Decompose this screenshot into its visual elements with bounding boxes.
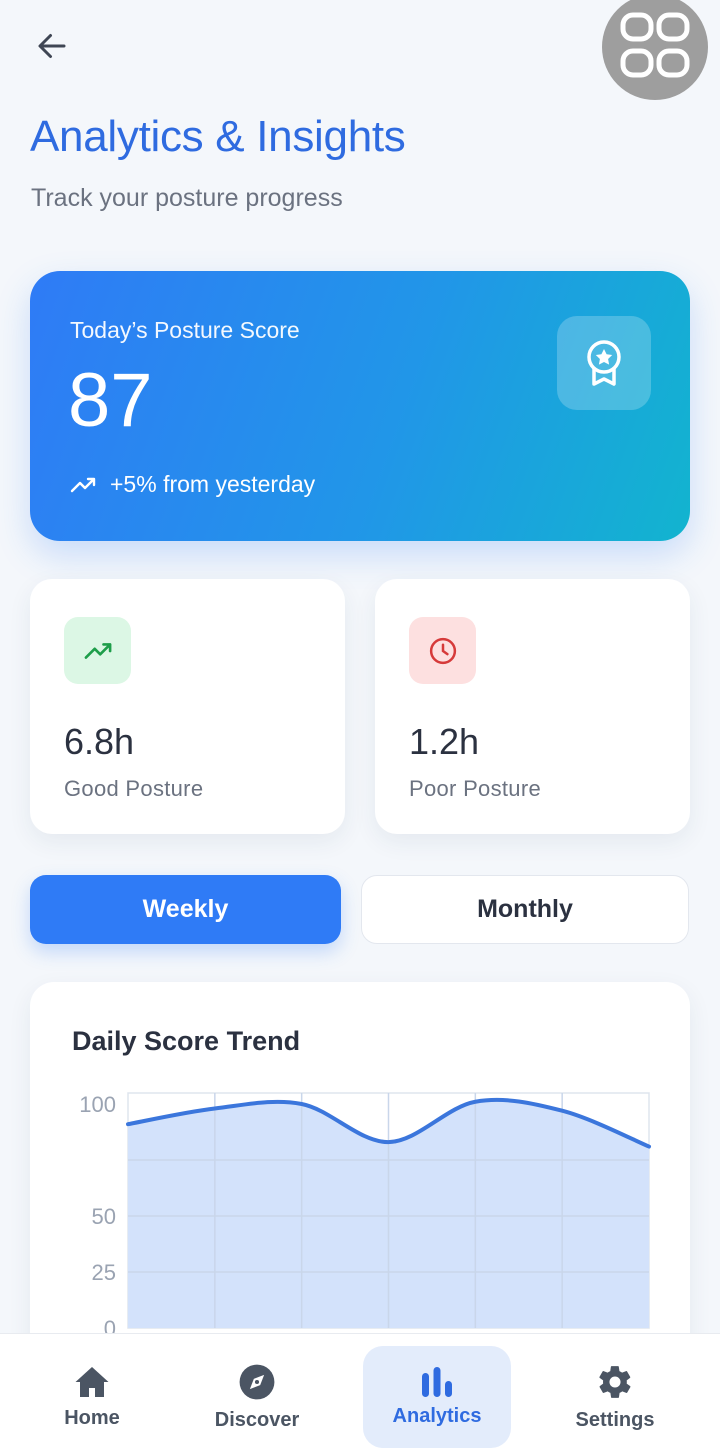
nav-analytics[interactable]: Analytics [363, 1346, 511, 1448]
page-subtitle: Track your posture progress [31, 184, 343, 212]
score-badge [557, 316, 651, 410]
award-icon [587, 340, 621, 386]
page-title: Analytics & Insights [30, 112, 406, 161]
arrow-left-icon [38, 34, 66, 58]
grid-icon [620, 12, 690, 78]
poor-posture-card: 1.2h Poor Posture [375, 579, 690, 834]
nav-settings-label: Settings [575, 1408, 655, 1431]
y-tick-label: 100 [79, 1092, 116, 1117]
good-posture-value: 6.8h [64, 721, 135, 762]
good-posture-card: 6.8h Good Posture [30, 579, 345, 834]
score-change-text: +5% from yesterday [110, 471, 316, 497]
good-posture-icon-box [64, 617, 131, 684]
score-label: Today’s Posture Score [70, 317, 300, 343]
trending-up-icon [70, 477, 96, 492]
good-posture-label: Good Posture [64, 776, 204, 801]
bottom-nav: Home Discover Analytics Settings [0, 1333, 720, 1453]
y-tick-label: 25 [92, 1260, 116, 1285]
compass-icon [239, 1364, 275, 1399]
bar-chart-icon [422, 1366, 452, 1397]
score-change: +5% from yesterday [70, 471, 315, 498]
y-tick-label: 50 [92, 1204, 116, 1229]
nav-discover-label: Discover [214, 1408, 300, 1431]
back-button[interactable] [28, 26, 76, 66]
nav-discover[interactable]: Discover [183, 1346, 331, 1448]
home-icon [75, 1366, 109, 1397]
clock-icon [429, 637, 456, 664]
trending-up-icon [84, 642, 111, 659]
gear-icon [599, 1365, 631, 1398]
nav-settings[interactable]: Settings [541, 1346, 689, 1448]
nav-home[interactable]: Home [18, 1346, 166, 1448]
nav-home-label: Home [64, 1406, 120, 1429]
poor-posture-label: Poor Posture [409, 776, 542, 801]
score-value: 87 [68, 358, 153, 443]
nav-analytics-label: Analytics [392, 1404, 482, 1427]
tab-monthly[interactable]: Monthly [361, 875, 689, 944]
poor-posture-icon-box [409, 617, 476, 684]
poor-posture-value: 1.2h [409, 721, 480, 762]
menu-fab-button[interactable] [602, 0, 708, 100]
posture-score-card: Today’s Posture Score 87 +5% from yester… [30, 271, 690, 541]
tab-weekly[interactable]: Weekly [30, 875, 341, 944]
